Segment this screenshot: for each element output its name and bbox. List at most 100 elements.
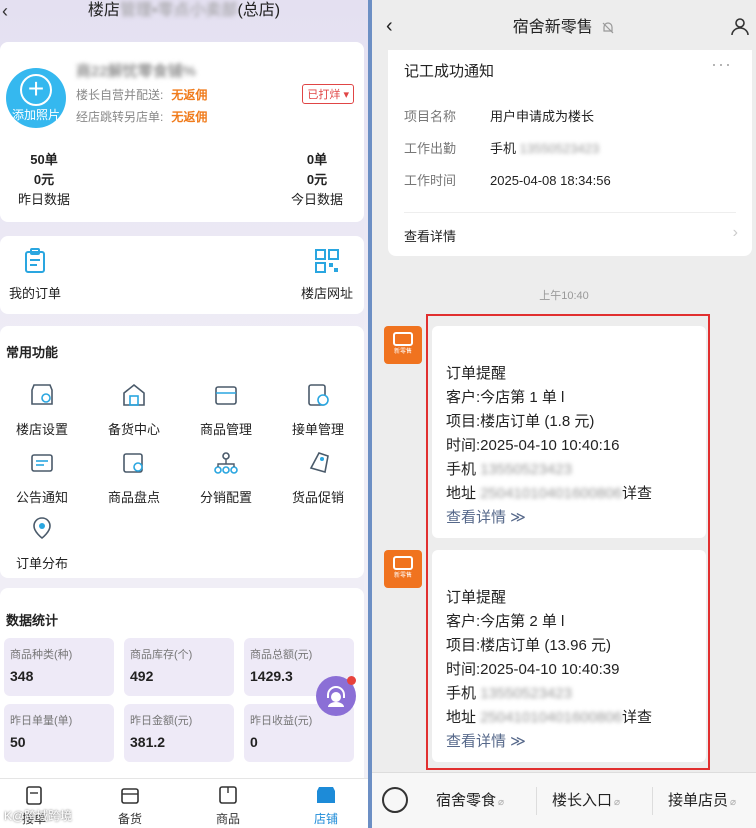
function-store-settings[interactable]: 楼店设置: [2, 382, 82, 438]
back-icon[interactable]: ‹: [2, 0, 8, 22]
yesterday-label: 昨日数据: [17, 192, 70, 207]
chevron-right-icon: ›: [732, 224, 738, 241]
message-title: 订单提醒: [446, 365, 507, 382]
message-timestamp: 上午10:40: [539, 290, 589, 302]
message-time: 时间:2025-04-10 10:40:16: [446, 437, 620, 454]
more-options-icon[interactable]: ···: [711, 54, 732, 75]
function-order-map[interactable]: 订单分布: [2, 516, 82, 572]
tab-stock[interactable]: 备货: [100, 785, 160, 827]
menu-snacks[interactable]: 宿舍零食 ⌀: [436, 789, 504, 810]
avatar-label: 新零售: [393, 573, 412, 579]
address-label: 地址: [446, 709, 477, 726]
function-stock-center[interactable]: 备货中心: [94, 382, 174, 438]
chat-title: 宿舍新零售: [512, 19, 593, 36]
tab-products[interactable]: 商品: [198, 785, 258, 827]
notification-dot: [347, 676, 356, 685]
commission-label-2: 经店跳转另店单:: [76, 110, 164, 124]
my-orders-label: 我的订单: [8, 286, 61, 301]
link-icon: ⌀: [498, 797, 505, 808]
store-logo-icon: [393, 556, 413, 570]
customer-service-button[interactable]: [316, 676, 356, 716]
commission-line-2: 经店跳转另店单: 无返佣: [76, 108, 207, 125]
function-label: 公告通知: [15, 490, 68, 505]
function-label: 订单分布: [15, 556, 68, 571]
function-order-accept[interactable]: 接单管理: [278, 382, 358, 438]
message-address: 地址 25041010401600806详查: [446, 482, 652, 506]
store-status-dropdown[interactable]: 已打烊 ▾: [302, 84, 354, 104]
user-profile-icon[interactable]: [730, 16, 750, 36]
yesterday-amount: 0元: [33, 172, 55, 187]
message-time: 时间:2025-04-10 10:40:39: [446, 661, 620, 678]
store-header: ‹ 楼店管理•零点小卖部(总店): [0, 0, 368, 24]
cart-icon: [121, 788, 139, 804]
notice-value: 手机: [490, 141, 517, 156]
price-tag-icon: [309, 452, 329, 474]
store-settings-icon: [31, 384, 53, 405]
phone-blurred: 13550523423: [480, 685, 572, 702]
function-distribution[interactable]: 分销配置: [186, 450, 266, 506]
header-title-blurred: 管理•零点小卖部: [119, 2, 238, 19]
link-icon: ⌀: [614, 797, 621, 808]
store-url-button[interactable]: 楼店网址: [292, 248, 362, 302]
menu-label: 楼长入口: [552, 792, 613, 809]
phone-blurred: 13550523423: [480, 461, 572, 478]
clipboard-icon: [25, 248, 45, 273]
watermark: K@跨域跨境: [4, 809, 73, 823]
notice-key: 工作时间: [404, 173, 457, 188]
functions-title: 常用功能: [6, 345, 59, 360]
avatar-label: 新零售: [393, 349, 412, 355]
order-message-2[interactable]: 订单提醒 客户:今店第 2 单 l 项目:楼店订单 (13.96 元) 时间:2…: [432, 550, 706, 762]
function-announcement[interactable]: 公告通知: [2, 450, 82, 506]
my-orders-button[interactable]: 我的订单: [0, 248, 70, 302]
message-customer: 客户:今店第 1 单 l: [446, 389, 565, 406]
menu-label: 宿舍零食: [436, 792, 497, 809]
function-label: 接单管理: [291, 422, 344, 437]
keyboard-icon[interactable]: [382, 787, 408, 813]
today-orders: 0单: [306, 152, 328, 167]
commission-label-1: 楼长自营并配送:: [76, 88, 164, 102]
back-icon[interactable]: ‹: [386, 16, 393, 36]
function-product-manage[interactable]: 商品管理: [186, 382, 266, 438]
function-label: 备货中心: [107, 422, 160, 437]
view-details-link[interactable]: 查看详情: [404, 226, 456, 245]
product-box-icon: [215, 386, 237, 405]
stat-value: 381.2: [130, 734, 166, 750]
stat-yesterday-amount: 昨日金额(元) 381.2: [124, 704, 234, 762]
quick-links-card: 我的订单 楼店网址: [0, 236, 364, 314]
sender-avatar[interactable]: 新零售: [384, 550, 422, 588]
message-view-details-link[interactable]: 查看详情 ≫: [446, 730, 526, 754]
chat-panel: ‹ 宿舍新零售 记工成功通知 ··· 项目名称 用户申请成为楼长 工作出勤 手机 1…: [372, 0, 756, 828]
link-icon: ⌀: [730, 797, 737, 808]
sender-avatar[interactable]: 新零售: [384, 326, 422, 364]
function-inventory-check[interactable]: 商品盘点: [94, 450, 174, 506]
today-stats[interactable]: 0单 0元 今日数据: [284, 150, 350, 210]
notice-row-time: 工作时间 2025-04-08 18:34:56: [404, 170, 611, 189]
function-promotion[interactable]: 货品促销: [278, 450, 358, 506]
tab-store[interactable]: 店铺: [296, 785, 356, 827]
stat-value: 50: [10, 734, 26, 750]
phone-label: 手机: [446, 685, 477, 702]
commission-value-1: 无返佣: [171, 88, 208, 102]
menu-clerk[interactable]: 接单店员 ⌀: [668, 789, 736, 810]
commission-line-1: 楼长自营并配送: 无返佣: [76, 86, 207, 103]
commission-value-2: 无返佣: [171, 110, 208, 124]
menu-leader-entry[interactable]: 楼长入口 ⌀: [552, 789, 620, 810]
function-label: 货品促销: [291, 490, 344, 505]
yesterday-orders: 50单: [30, 152, 58, 167]
notice-value: 用户申请成为楼长: [490, 109, 595, 124]
store-name: 商22解忧零食铺%: [76, 63, 197, 80]
work-notice-card[interactable]: 记工成功通知 ··· 项目名称 用户申请成为楼长 工作出勤 手机 135505234…: [388, 50, 752, 256]
add-photo-button[interactable]: + 添加照片: [6, 68, 66, 128]
yesterday-stats[interactable]: 50单 0元 昨日数据: [12, 150, 76, 210]
store-icon: [317, 787, 335, 803]
notice-phone-blurred: 13550523423: [519, 141, 600, 156]
divider: [404, 212, 736, 213]
order-check-icon: [308, 384, 329, 406]
function-label: 商品管理: [199, 422, 252, 437]
store-logo-icon: [393, 332, 413, 346]
message-view-details-link[interactable]: 查看详情 ≫: [446, 506, 526, 530]
chat-header: ‹ 宿舍新零售: [372, 0, 756, 50]
order-message-1[interactable]: 订单提醒 客户:今店第 1 单 l 项目:楼店订单 (1.8 元) 时间:202…: [432, 326, 706, 538]
phone-label: 手机: [446, 461, 477, 478]
stat-product-stock: 商品库存(个) 492: [124, 638, 234, 696]
